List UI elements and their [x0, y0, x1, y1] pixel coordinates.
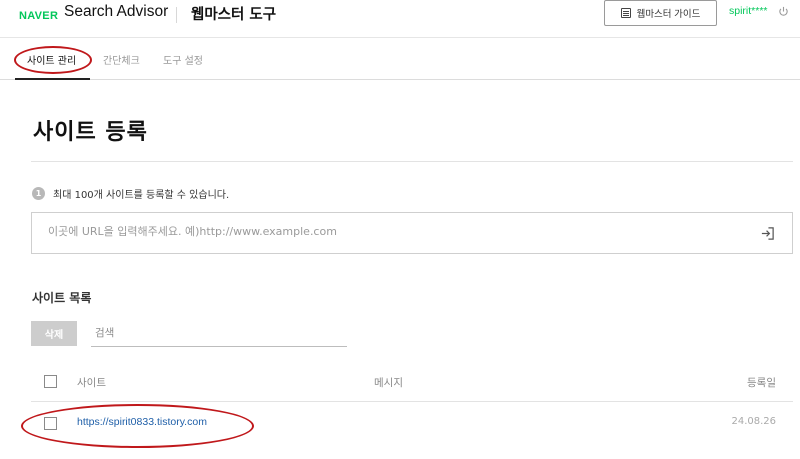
column-site: 사이트	[77, 377, 106, 389]
search-input[interactable]	[91, 320, 347, 347]
info-text: 최대 100개 사이트를 등록할 수 있습니다.	[53, 190, 230, 201]
naver-logo[interactable]: NAVER	[19, 10, 58, 22]
power-icon[interactable]	[778, 6, 789, 17]
url-input-box	[31, 212, 793, 254]
top-header: NAVER Search Advisor 웹마스터 도구 웹마스터 가이드 sp…	[0, 0, 800, 38]
tab-quick-check[interactable]: 간단체크	[103, 52, 140, 67]
registration-date: 24.08.26	[731, 416, 776, 427]
page-title: 사이트 등록	[33, 120, 148, 145]
table-row: https://spirit0833.tistory.com 24.08.26	[31, 403, 793, 443]
row-checkbox[interactable]	[44, 417, 57, 430]
active-tab-indicator	[15, 78, 90, 80]
guide-button-label: 웹마스터 가이드	[636, 9, 701, 20]
webmaster-guide-button[interactable]: 웹마스터 가이드	[604, 0, 717, 26]
table-header: 사이트 메시지 등록일	[31, 362, 793, 402]
user-id[interactable]: spirit****	[729, 5, 768, 17]
tab-tool-settings[interactable]: 도구 설정	[163, 52, 203, 67]
column-date: 등록일	[747, 377, 776, 389]
tab-bar: 사이트 관리 간단체크 도구 설정	[0, 38, 800, 80]
product-name[interactable]: Search Advisor	[64, 3, 168, 21]
info-notice: 1 최대 100개 사이트를 등록할 수 있습니다.	[32, 186, 229, 201]
book-icon	[620, 8, 631, 18]
info-circle-icon: 1	[32, 187, 45, 200]
url-input[interactable]	[48, 225, 728, 238]
login-arrow-icon[interactable]	[760, 226, 775, 241]
select-all-checkbox[interactable]	[44, 375, 57, 388]
tool-name[interactable]: 웹마스터 도구	[191, 3, 276, 24]
title-divider	[31, 161, 793, 162]
header-divider	[176, 7, 177, 23]
delete-button[interactable]: 삭제	[31, 321, 77, 346]
site-link[interactable]: https://spirit0833.tistory.com	[77, 416, 207, 428]
column-message: 메시지	[374, 377, 403, 389]
site-list-title: 사이트 목록	[32, 291, 92, 305]
tab-site-management[interactable]: 사이트 관리	[27, 52, 76, 67]
